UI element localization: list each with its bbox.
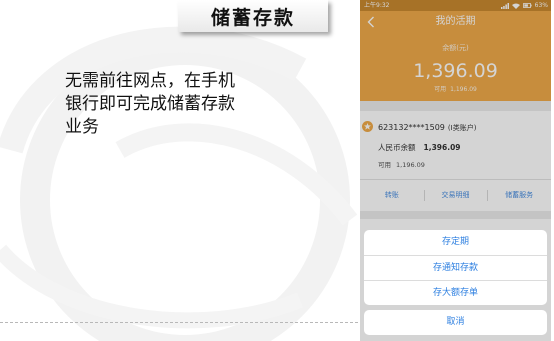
slide-title: 储蓄存款: [178, 0, 328, 32]
large-deposit-option[interactable]: 存大额存单: [364, 280, 547, 305]
notice-deposit-option[interactable]: 存通知存款: [364, 255, 547, 280]
bank-logo-watermark: [0, 26, 358, 341]
action-sheet: 存定期 存通知存款 存大额存单: [364, 230, 547, 305]
footer-divider: [0, 322, 358, 323]
fixed-deposit-option[interactable]: 存定期: [364, 230, 547, 255]
slide-body-text: 无需前往网点，在手机银行即可完成储蓄存款业务: [65, 71, 235, 137]
phone-screenshot: 上午9:32 63% 我的活期 余额(元) 1,396.09 可用 1,196.…: [360, 0, 551, 341]
cancel-button[interactable]: 取消: [364, 310, 547, 335]
